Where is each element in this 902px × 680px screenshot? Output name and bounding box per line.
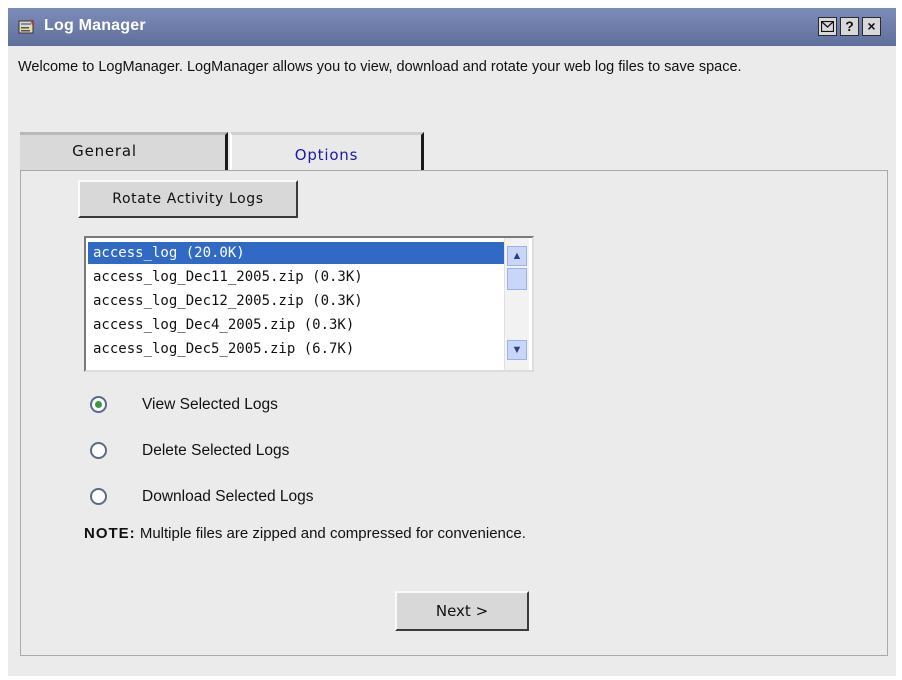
download-logs-radio[interactable] xyxy=(90,488,107,505)
title-bar: Log Manager ? × xyxy=(8,8,896,46)
scroll-thumb[interactable] xyxy=(507,268,527,290)
note-body: Multiple files are zipped and compressed… xyxy=(135,525,526,542)
tab-options[interactable]: Options xyxy=(230,132,424,172)
view-logs-radio[interactable] xyxy=(90,396,107,413)
scroll-down-icon[interactable]: ▼ xyxy=(507,340,527,360)
note-text: NOTE: Multiple files are zipped and comp… xyxy=(84,525,526,542)
scroll-up-icon[interactable]: ▲ xyxy=(507,246,527,266)
radio-label: View Selected Logs xyxy=(142,396,278,413)
log-file-item[interactable]: access_log_Dec11_2005.zip (0.3K) xyxy=(88,266,508,288)
rotate-activity-logs-button[interactable]: Rotate Activity Logs xyxy=(78,180,298,218)
log-files-listbox[interactable]: access_log (20.0K) access_log_Dec11_2005… xyxy=(84,236,534,372)
radio-label: Delete Selected Logs xyxy=(142,442,290,459)
log-file-item[interactable]: access_log_Dec4_2005.zip (0.3K) xyxy=(88,314,508,336)
radio-label: Download Selected Logs xyxy=(142,488,314,505)
close-button[interactable]: × xyxy=(862,17,881,36)
list-scrollbar[interactable]: ▲ ▼ xyxy=(504,238,529,370)
log-file-item[interactable]: access_log_Dec12_2005.zip (0.3K) xyxy=(88,290,508,312)
window-title: Log Manager xyxy=(44,17,146,34)
note-prefix: NOTE: xyxy=(84,525,136,542)
next-button[interactable]: Next > xyxy=(395,591,529,631)
help-button[interactable]: ? xyxy=(840,17,859,36)
log-file-item[interactable]: access_log (20.0K) xyxy=(88,242,508,264)
tab-general[interactable]: General xyxy=(20,132,228,170)
welcome-text: Welcome to LogManager. LogManager allows… xyxy=(18,59,742,75)
delete-logs-radio[interactable] xyxy=(90,442,107,459)
envelope-icon[interactable] xyxy=(818,17,837,36)
log-file-item[interactable]: access_log_Dec5_2005.zip (6.7K) xyxy=(88,338,508,360)
log-manager-icon xyxy=(18,19,35,34)
